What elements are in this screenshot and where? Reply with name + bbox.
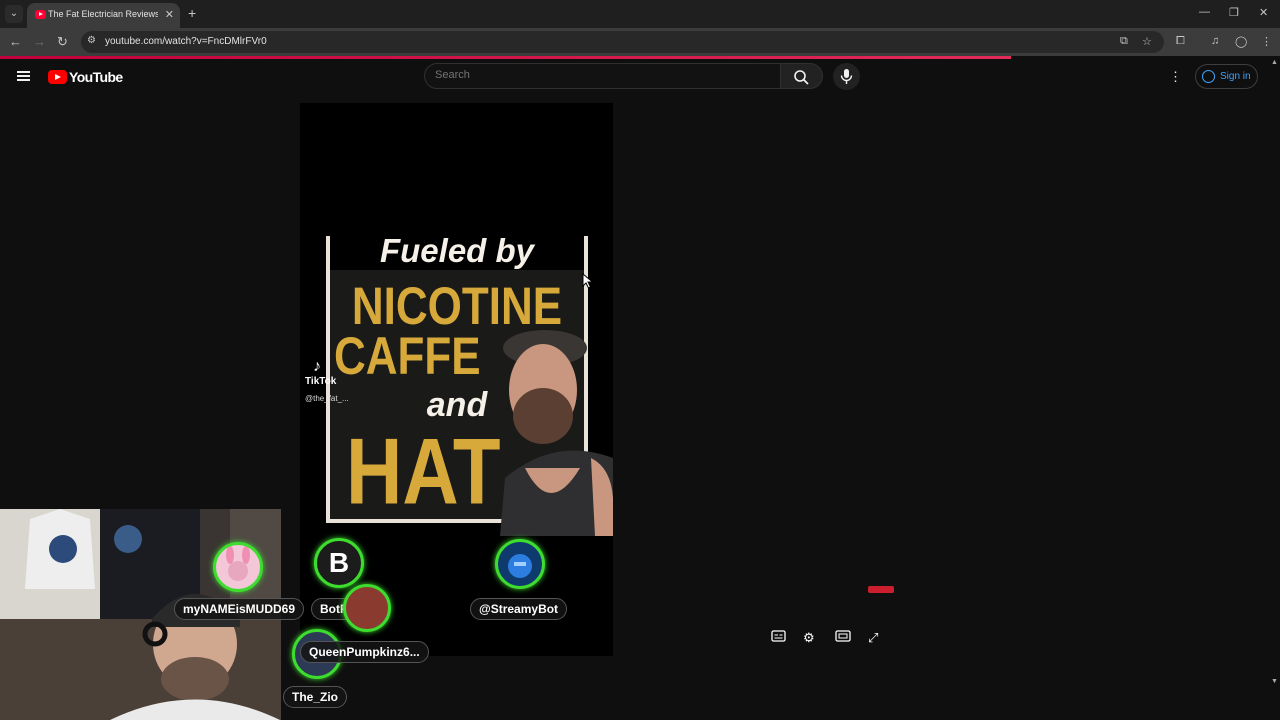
new-tab-plus-icon[interactable]: + [188,5,196,21]
site-info-icon[interactable]: ⚙ [87,35,96,46]
tiktok-watermark: ♪ TikTok [305,358,336,387]
guide-menu-icon[interactable] [17,71,30,81]
alert-avatar-2b [343,584,391,632]
search-input[interactable] [435,69,765,81]
video-person-figure [500,330,613,536]
tab-title: The Fat Electrician Reviews: The [48,9,158,19]
bookmark-star-icon[interactable]: ☆ [1142,35,1152,48]
settings-kebab-icon[interactable]: ⋮ [1169,69,1182,85]
youtube-logo-text: YouTube [69,69,123,85]
alert-name-4: QueenPumpkinz6... [300,641,429,663]
search-button[interactable] [781,63,823,89]
voice-search-button[interactable] [833,63,860,90]
browser-toolbar: ← → ↻ ⚙ youtube.com/watch?v=FncDMlrFVr0 … [0,28,1280,56]
close-window-icon[interactable]: ✕ [1259,6,1268,19]
theater-mode-icon[interactable] [835,630,851,645]
browser-menu-icon[interactable]: ⋮ [1261,35,1272,48]
tab-search-chevron-icon[interactable]: ⌄ [5,5,23,23]
alert-name-3: @StreamyBot [470,598,568,620]
search-box[interactable] [424,63,781,89]
scroll-down-arrow-icon[interactable]: ▼ [1271,678,1278,685]
browser-tab-strip: ⌄ The Fat Electrician Reviews: The ✕ + —… [0,0,1280,28]
alert-name-1: myNAMEisMUDD69 [174,598,305,620]
forward-arrow-icon[interactable]: → [33,34,46,49]
mouse-cursor-icon [582,273,594,289]
media-controls-icon[interactable]: ♫ [1211,35,1219,47]
video-player[interactable]: Fueled by NICOTINE CAFFE and HAT ♪ TikTo… [300,103,613,536]
youtube-header: YouTube ⋮ Sign in [0,59,1280,96]
poster-line-1: Fueled by [330,232,584,270]
alert-avatar-2-letter: B [328,547,350,578]
extensions-icon[interactable]: ⧠ [1176,35,1185,48]
sign-in-button[interactable]: Sign in [1195,64,1258,89]
profile-icon[interactable]: ◯ [1235,35,1247,48]
fullscreen-icon[interactable]: ⤢ [868,630,878,646]
install-app-icon[interactable]: ⧉ [1120,35,1128,48]
minimize-icon[interactable]: — [1199,6,1210,18]
restore-window-icon[interactable]: ❐ [1229,6,1239,19]
tab-close-icon[interactable]: ✕ [165,8,174,21]
back-arrow-icon[interactable]: ← [9,34,22,49]
youtube-play-logo-icon [48,70,67,84]
account-icon [1202,70,1215,83]
settings-icon[interactable]: ⚙ [803,630,815,646]
scroll-up-arrow-icon[interactable]: ▲ [1271,59,1278,66]
alert-avatar-1 [213,542,263,592]
youtube-logo[interactable]: YouTube [48,69,123,85]
microphone-icon [840,69,853,84]
alert-avatar-2: B [314,538,364,588]
youtube-favicon-icon [35,10,46,19]
alert-avatar-3 [495,539,545,589]
reload-icon[interactable]: ↻ [57,34,68,50]
browser-tab-active[interactable]: The Fat Electrician Reviews: The ✕ [27,3,180,28]
url-text[interactable]: youtube.com/watch?v=FncDMlrFVr0 [105,36,267,47]
tiktok-handle: @the_fat_... [305,394,349,403]
alert-name-5: The_Zio [283,686,348,708]
address-bar[interactable]: ⚙ youtube.com/watch?v=FncDMlrFVr0 ⧉ ☆ [81,31,1164,53]
tiktok-label: TikTok [305,376,337,387]
tiktok-logo-icon: ♪ [313,358,321,375]
page-scrollbar[interactable]: ▲ [1269,59,1280,691]
search-icon [794,70,809,85]
subtitles-icon[interactable] [771,630,786,645]
sign-in-label: Sign in [1220,71,1251,82]
youtube-watermark-icon [868,586,894,593]
